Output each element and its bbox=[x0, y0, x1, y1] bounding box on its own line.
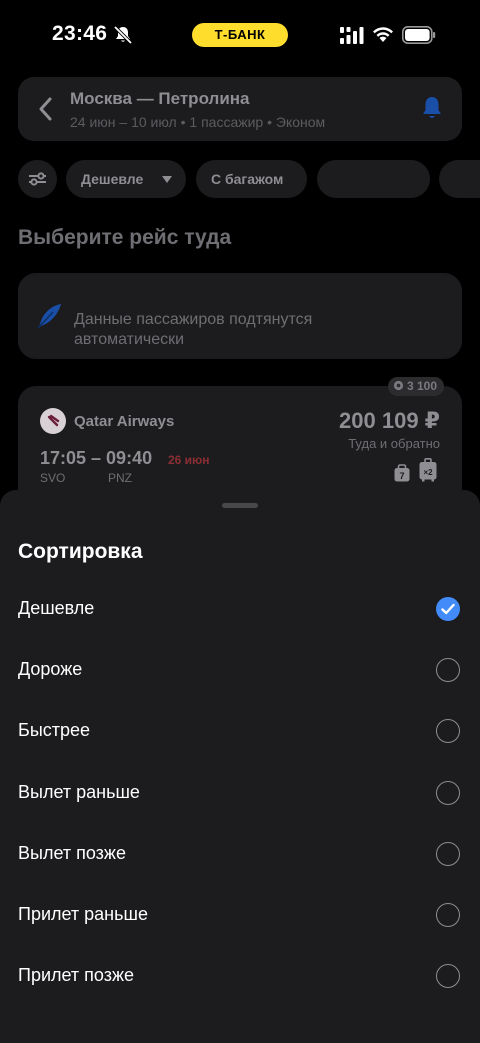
sheet-title: Сортировка bbox=[18, 540, 143, 563]
feather-icon bbox=[37, 304, 61, 329]
flight-times: 17:05 – 09:40 bbox=[40, 448, 153, 468]
sort-option-label: Вылет раньше bbox=[18, 781, 140, 802]
radio-unchecked[interactable] bbox=[436, 780, 460, 805]
sort-option-label: Прилет позже bbox=[18, 965, 135, 986]
radio-unchecked[interactable] bbox=[436, 719, 460, 744]
sort-option[interactable]: Прилет раньше bbox=[0, 887, 480, 943]
sort-option[interactable]: Быстрее bbox=[0, 703, 480, 759]
sort-option[interactable]: Дороже bbox=[0, 642, 480, 698]
sort-option-label: Дешевле bbox=[18, 598, 95, 618]
cashback-amount: 3 100 bbox=[406, 379, 437, 393]
sort-chip-label: Дешевле bbox=[81, 171, 144, 187]
search-summary-card[interactable]: Москва — Петролина 24 июн – 10 июл • 1 п… bbox=[18, 77, 462, 141]
sort-option-label: Дороже bbox=[18, 659, 83, 680]
suitcase-count: ×2 bbox=[423, 468, 433, 477]
hand-luggage-count: 7 bbox=[399, 471, 404, 481]
sort-chip[interactable]: Дешевле bbox=[66, 160, 186, 198]
sheet-grabber[interactable] bbox=[222, 503, 258, 508]
airline-name: Qatar Airways bbox=[74, 413, 175, 430]
chevron-left-icon[interactable] bbox=[38, 97, 52, 121]
radio-unchecked[interactable] bbox=[436, 964, 460, 989]
sort-option[interactable]: Вылет позже bbox=[0, 826, 480, 882]
caret-down-icon bbox=[162, 176, 172, 183]
sort-option-label: Быстрее bbox=[18, 720, 91, 741]
section-title: Выберите рейс туда bbox=[18, 226, 232, 249]
filter-chip-placeholder[interactable] bbox=[439, 160, 480, 198]
departure-code: SVO bbox=[40, 471, 66, 485]
arrival-date: 26 июн bbox=[168, 453, 210, 467]
info-line-1: Данные пассажиров подтянутся bbox=[74, 311, 313, 328]
checkmark-icon bbox=[441, 603, 455, 615]
gear-icon bbox=[393, 380, 404, 391]
bell-icon[interactable] bbox=[420, 95, 444, 121]
route-title: Москва — Петролина bbox=[70, 89, 250, 108]
airline-logo bbox=[40, 408, 66, 434]
filter-button[interactable] bbox=[18, 160, 57, 198]
filter-chip-placeholder[interactable] bbox=[317, 160, 430, 198]
oryx-icon bbox=[47, 414, 60, 427]
sort-option-label: Вылет позже bbox=[18, 842, 126, 863]
radio-unchecked[interactable] bbox=[436, 841, 460, 866]
sort-option[interactable]: Дешевле bbox=[0, 581, 480, 637]
info-line-2: автоматически bbox=[74, 331, 185, 348]
sort-option-label: Прилет раньше bbox=[18, 904, 148, 924]
suitcase-icon: ×2 bbox=[419, 458, 437, 482]
cashback-badge: 3 100 bbox=[387, 377, 444, 396]
arrival-code: PNZ bbox=[108, 471, 132, 485]
sort-option[interactable]: Вылет раньше bbox=[0, 765, 480, 821]
hand-luggage-icon: 7 bbox=[394, 464, 410, 482]
price-note: Туда и обратно bbox=[348, 436, 440, 451]
radio-checked[interactable] bbox=[436, 597, 460, 621]
sort-bottom-sheet: Сортировка Дешевле Дороже Быстрее Вылет ран… bbox=[0, 490, 480, 1043]
search-details: 24 июн – 10 июл • 1 пассажир • Эконом bbox=[70, 114, 326, 130]
filter-chips: Дешевле С багажом bbox=[0, 160, 480, 198]
passenger-info-banner: Данные пассажиров подтянутся автоматичес… bbox=[18, 273, 462, 359]
passenger-info-text: Данные пассажиров подтянутся автоматичес… bbox=[74, 310, 414, 350]
sliders-icon bbox=[29, 172, 46, 186]
radio-unchecked[interactable] bbox=[436, 658, 460, 683]
flight-price: 200 109 ₽ bbox=[339, 408, 440, 433]
baggage-chip[interactable]: С багажом bbox=[196, 160, 307, 198]
sort-option[interactable]: Прилет позже bbox=[0, 948, 480, 1004]
radio-unchecked[interactable] bbox=[436, 903, 460, 927]
